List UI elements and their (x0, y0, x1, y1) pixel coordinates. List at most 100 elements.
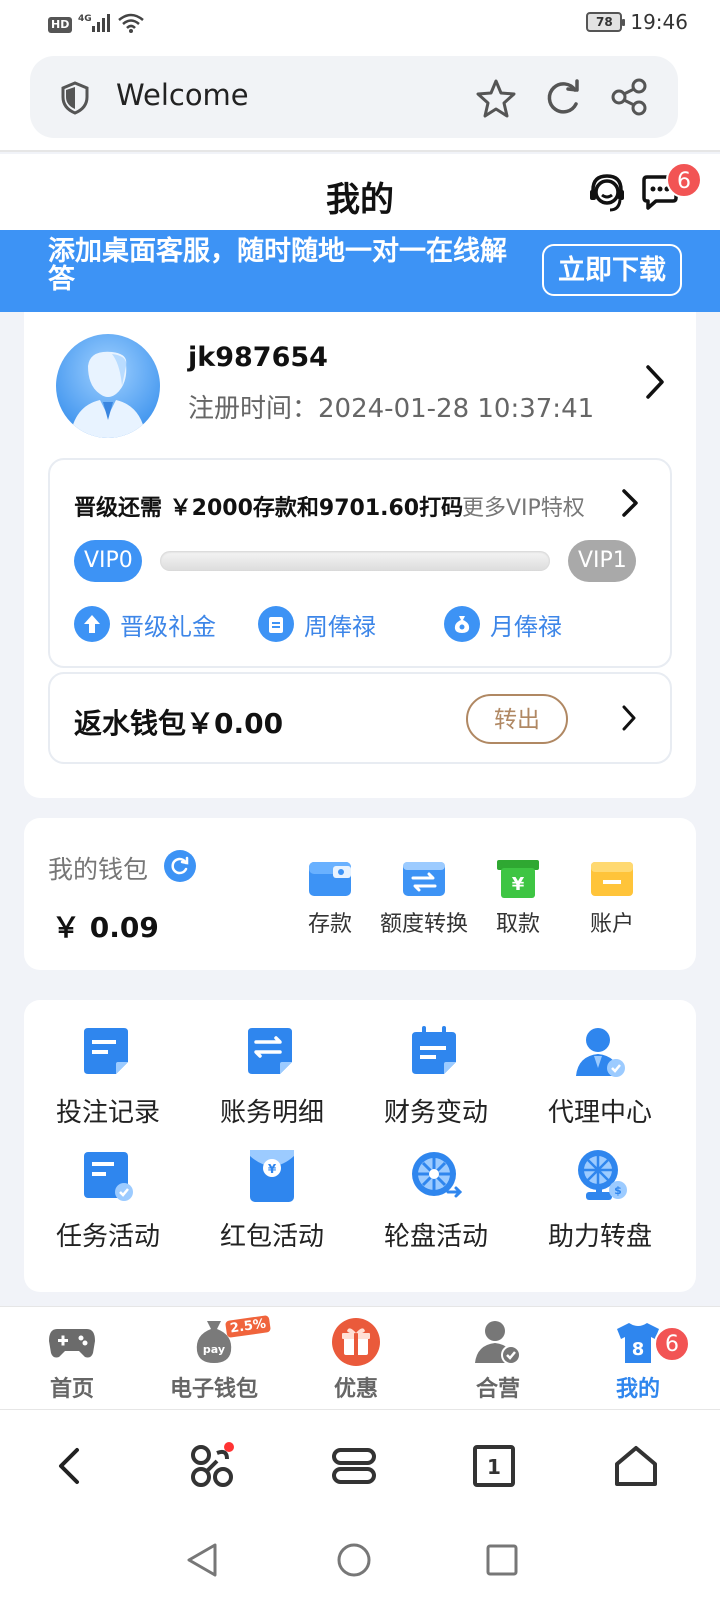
account-details-item[interactable]: 账务明细 (188, 1022, 356, 1129)
vip-next-badge: VIP1 (568, 540, 636, 582)
menu-icon[interactable] (326, 1438, 382, 1494)
message-badge: 6 (666, 162, 702, 198)
withdraw-icon: ¥ (495, 858, 541, 900)
tab-home[interactable]: 首页 (0, 1317, 144, 1403)
card-icon (589, 858, 635, 900)
quota-transfer-button[interactable]: 额度转换 (374, 858, 474, 938)
download-button[interactable]: 立即下载 (542, 244, 682, 296)
calendar-icon (258, 606, 294, 642)
avatar[interactable] (56, 334, 160, 438)
star-icon[interactable] (476, 78, 516, 122)
tab-label: 我的 (615, 1377, 660, 1402)
battery-icon: 78 (586, 12, 626, 32)
agent-user-icon (570, 1022, 630, 1082)
svg-text:¥: ¥ (268, 1162, 277, 1176)
svg-text:¥: ¥ (512, 874, 525, 895)
share-icon[interactable] (610, 78, 648, 120)
wheel-icon (406, 1146, 466, 1206)
perk-label: 周俸禄 (304, 612, 376, 641)
task-activity-item[interactable]: 任务活动 (24, 1146, 192, 1253)
action-label: 额度转换 (379, 912, 468, 937)
customer-service-icon[interactable] (586, 172, 628, 218)
tab-mine[interactable]: 8 我的 (566, 1317, 710, 1403)
withdraw-button[interactable]: ¥ 取款 (468, 858, 568, 938)
browser-bottom-bar: 1 (0, 1410, 720, 1520)
wallet-balance: ￥ 0.09 (52, 911, 159, 944)
document-icon (78, 1022, 138, 1082)
grid-label: 轮盘活动 (383, 1222, 488, 1252)
registration-time: 注册时间：2024-01-28 10:37:41 (188, 388, 594, 425)
grid-label: 投注记录 (55, 1098, 160, 1128)
agent-center-item[interactable]: 代理中心 (516, 1022, 684, 1129)
gamepad-icon (47, 1317, 97, 1367)
grid-label: 账务明细 (219, 1098, 324, 1128)
perk-weekly-salary[interactable]: 周俸禄 (258, 606, 376, 642)
shield-icon[interactable] (60, 81, 90, 119)
nav-home-icon[interactable] (332, 1538, 376, 1582)
tab-label: 合营 (475, 1377, 520, 1402)
grid-label: 红包活动 (219, 1222, 324, 1252)
status-right: 78 19:46 (586, 10, 688, 34)
mine-tab-badge: 6 (654, 1326, 690, 1362)
apps-icon[interactable] (184, 1438, 240, 1494)
account-button[interactable]: 账户 (562, 858, 662, 938)
grid-label: 任务活动 (55, 1222, 160, 1252)
username: jk987654 (188, 342, 328, 373)
finance-changes-item[interactable]: 财务变动 (352, 1022, 520, 1129)
grid-label: 助力转盘 (547, 1222, 652, 1252)
tabs-count-icon[interactable]: 1 (466, 1438, 522, 1494)
page-url-title: Welcome (116, 78, 249, 112)
chevron-right-icon[interactable] (644, 364, 666, 404)
vip-current-badge: VIP0 (74, 540, 142, 582)
transfer-out-button[interactable]: 转出 (466, 694, 568, 744)
more-vip-link[interactable]: 更多VIP特权 (462, 490, 585, 522)
rebate-wallet-box: 返水钱包￥0.00 转出 (48, 672, 672, 764)
network-type: 4G (78, 14, 92, 24)
tab-partnership[interactable]: 合营 (426, 1317, 570, 1403)
status-bar: HD 4G 78 19:46 (0, 0, 720, 48)
pay-label: pay (203, 1343, 225, 1356)
deposit-button[interactable]: 存款 (280, 858, 380, 938)
tab-label: 电子钱包 (169, 1377, 258, 1402)
reg-label: 注册时间： (188, 394, 319, 424)
wallet-title: 我的钱包 (48, 855, 149, 884)
tab-count: 1 (487, 1455, 501, 1479)
browser-toolbar: Welcome (0, 48, 720, 152)
vip-progress-bar (160, 551, 550, 571)
wallet-deposit-icon (307, 858, 353, 900)
tab-label: 首页 (49, 1377, 94, 1402)
bet-records-item[interactable]: 投注记录 (24, 1022, 192, 1129)
nav-recents-icon[interactable] (480, 1538, 524, 1582)
rebate-wallet-label: 返水钱包￥0.00 (74, 707, 284, 740)
signal-icon: 4G (78, 12, 112, 38)
money-bag-icon (444, 606, 480, 642)
perk-monthly-salary[interactable]: 月俸禄 (444, 606, 562, 642)
back-icon[interactable] (42, 1438, 98, 1494)
profile-card: jk987654 注册时间：2024-01-28 10:37:41 晋级还需 ￥… (24, 312, 696, 798)
red-packet-activity-item[interactable]: ¥ 红包活动 (188, 1146, 356, 1253)
grid-label: 财务变动 (383, 1098, 488, 1128)
action-label: 账户 (589, 912, 634, 937)
bottom-tab-bar: 首页 pay 电子钱包 优惠 合营 8 我的 (0, 1306, 720, 1410)
tab-label: 优惠 (333, 1377, 378, 1402)
swap-document-icon (242, 1022, 302, 1082)
refresh-icon[interactable] (544, 78, 582, 120)
transfer-icon (401, 858, 447, 900)
chevron-right-icon[interactable] (620, 488, 640, 522)
chevron-right-icon[interactable] (620, 704, 638, 736)
wifi-icon (118, 13, 145, 37)
home-icon[interactable] (608, 1438, 664, 1494)
perk-upgrade-bonus[interactable]: 晋级礼金 (74, 606, 216, 642)
wheel-activity-item[interactable]: 轮盘活动 (352, 1146, 520, 1253)
wallet-card: 我的钱包 ￥ 0.09 存款 额度转换 ¥ 取款 账户 (24, 818, 696, 970)
tab-promotions[interactable]: 优惠 (284, 1317, 428, 1403)
url-bar[interactable]: Welcome (30, 56, 678, 138)
feature-grid-card: 投注记录 账务明细 财务变动 代理中心 任务活动 ¥ 红包活动 轮盘活动 $ 助… (24, 1000, 696, 1292)
red-envelope-icon: ¥ (242, 1146, 302, 1206)
svg-text:8: 8 (632, 1339, 645, 1360)
boost-wheel-item[interactable]: $ 助力转盘 (516, 1146, 684, 1253)
nav-back-icon[interactable] (180, 1538, 224, 1582)
calendar-doc-icon (406, 1022, 466, 1082)
refresh-balance-icon[interactable] (164, 850, 196, 882)
perk-label: 月俸禄 (490, 612, 562, 641)
